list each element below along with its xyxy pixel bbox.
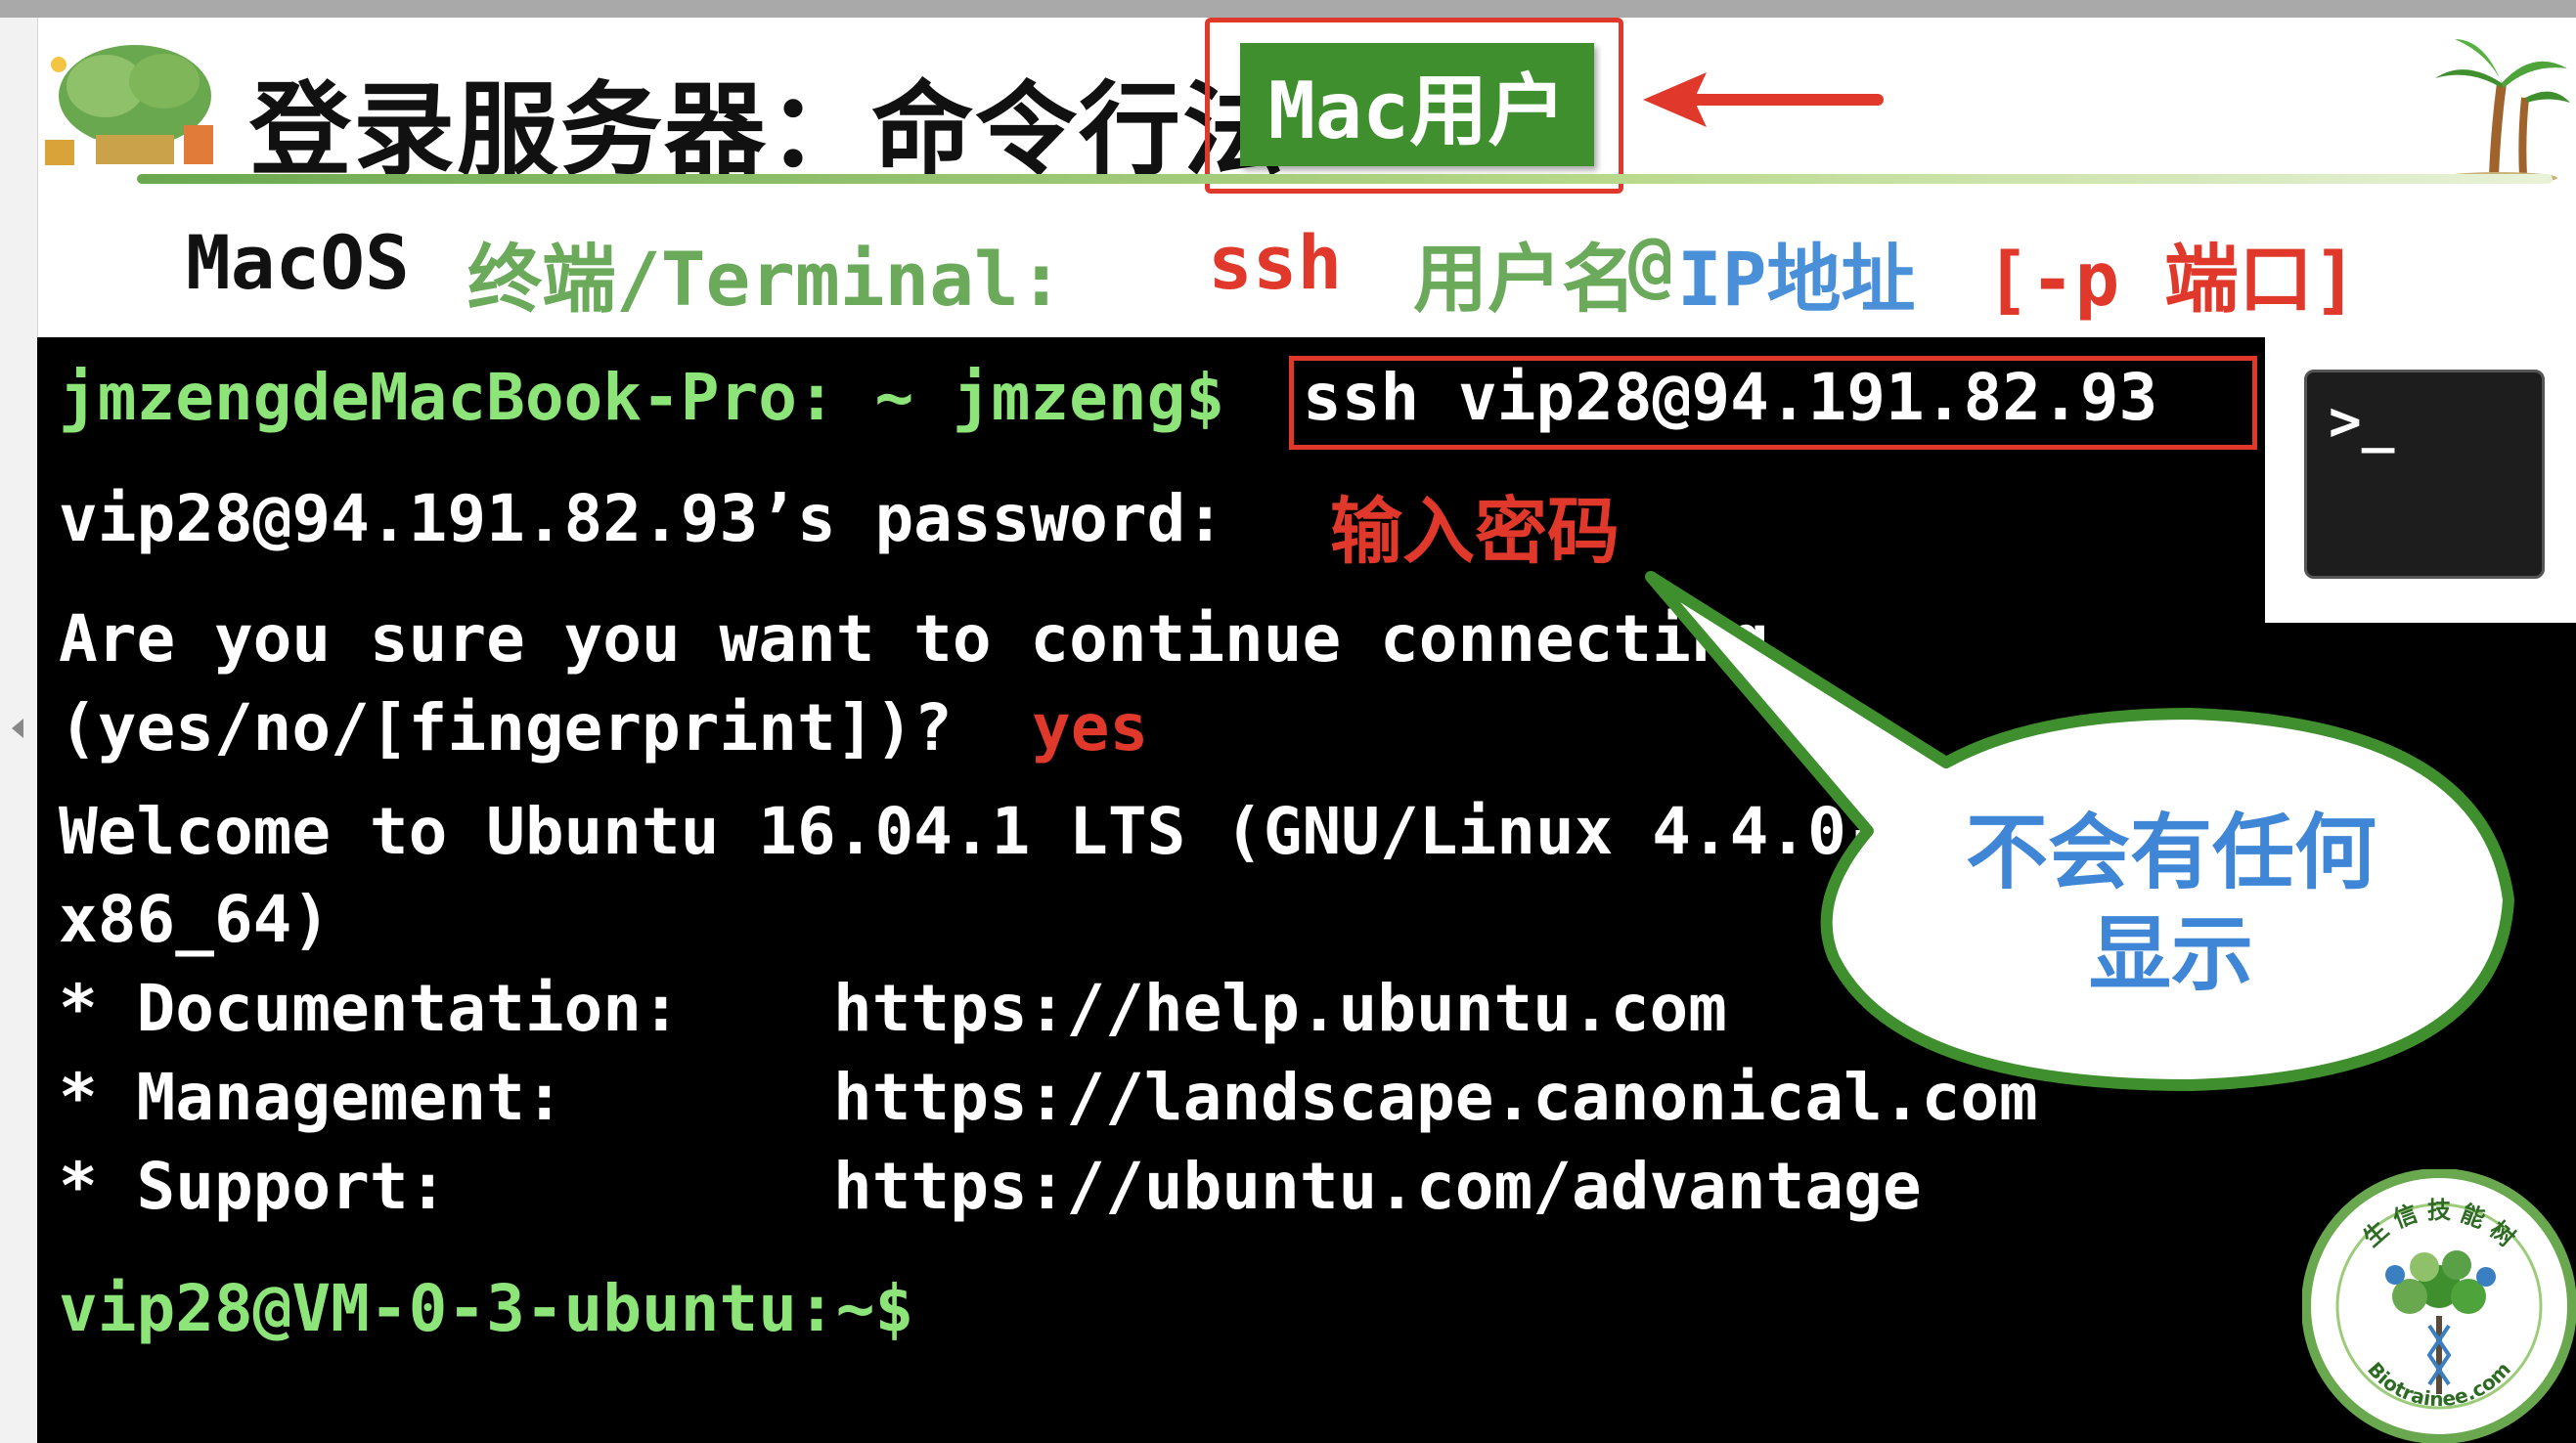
doc-label: * Documentation: <box>59 971 681 1046</box>
welcome-line-1: Welcome to Ubuntu 16.04.1 LTS (GNU/Linux… <box>59 794 1886 869</box>
management-label: * Management: <box>59 1060 564 1135</box>
subtitle-ip: IP地址 <box>1677 236 1916 323</box>
continue-line-1: Are you sure you want to continue connec… <box>59 601 1769 677</box>
password-note: 输入密码 <box>1330 490 1620 574</box>
password-prompt: vip28@94.191.82.93’s password: <box>59 481 1225 556</box>
subtitle-port: [-p 端口] <box>1985 236 2358 323</box>
red-arrow-icon <box>1643 72 1884 127</box>
subtitle-terminal: 终端/Terminal: <box>467 236 1064 323</box>
final-prompt: vip28@VM-0-3-ubuntu:~$ <box>59 1271 914 1346</box>
support-label: * Support: <box>59 1149 448 1224</box>
terminal-prompt: jmzengdeMacBook-Pro: ~ jmzeng$ <box>59 360 1225 435</box>
callout-text: 不会有任何 显示 <box>1829 802 2513 1005</box>
page-title: 登录服务器：命令行法 <box>249 70 1287 190</box>
subtitle-os: MacOS <box>186 219 410 306</box>
subtitle-at: @ <box>1628 219 1673 306</box>
callout-line-1: 不会有任何 <box>1965 805 2376 900</box>
continue-line-2: (yes/no/[fingerprint])? <box>59 690 953 765</box>
subtitle-username: 用户名 <box>1413 236 1636 323</box>
collapse-arrow-icon[interactable] <box>12 719 23 738</box>
terminal-command[interactable]: ssh vip28@94.191.82.93 <box>1303 360 2157 435</box>
doc-url[interactable]: https://help.ubuntu.com <box>833 971 1727 1046</box>
title-underline <box>137 174 2553 184</box>
terminal-icon-prompt: >_ <box>2329 390 2395 454</box>
palm-tree-icon <box>2435 39 2570 184</box>
top-scrollbar <box>0 0 2576 18</box>
support-url[interactable]: https://ubuntu.com/advantage <box>833 1149 1922 1224</box>
terminal-app-icon: >_ <box>2304 370 2545 579</box>
mac-user-badge: Mac用户 <box>1240 43 1594 166</box>
subtitle-ssh: ssh <box>1208 219 1343 306</box>
continue-answer: yes <box>1032 690 1149 765</box>
bush-icon <box>45 45 213 165</box>
biotrainee-logo: 生 信 技 能 树 Biotrainee.com <box>2302 1169 2576 1443</box>
callout-line-2: 显示 <box>2088 906 2253 1002</box>
welcome-line-2: x86_64) <box>59 882 332 957</box>
